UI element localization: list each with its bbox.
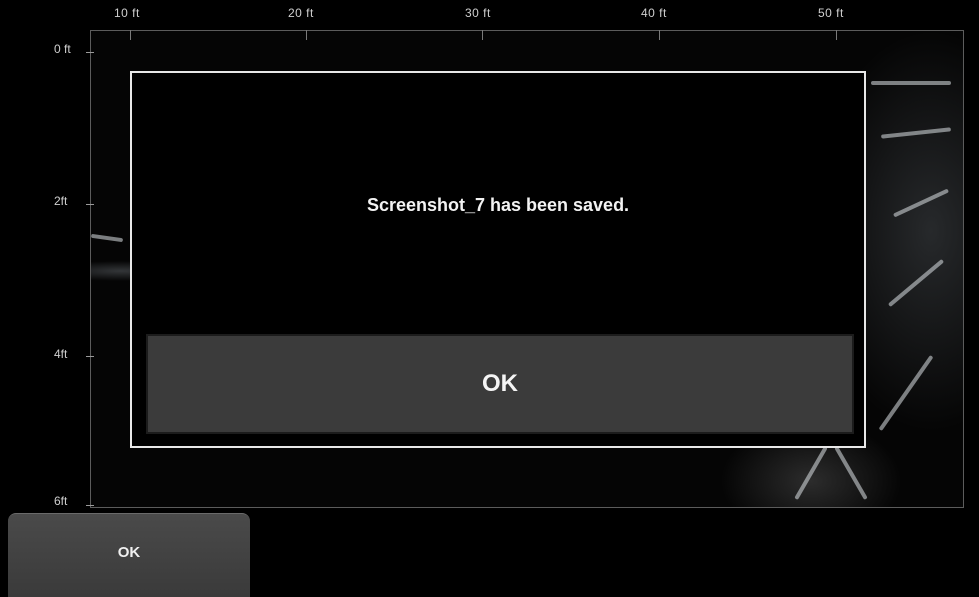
dialog-ok-button[interactable]: OK — [146, 334, 854, 434]
scan-reflection — [794, 446, 828, 500]
scan-reflection — [880, 127, 952, 139]
y-tick-label: 2ft — [54, 194, 68, 208]
y-tick-label: 4ft — [54, 347, 68, 361]
scan-reflection — [892, 188, 950, 218]
x-tick-label: 20 ft — [288, 6, 314, 20]
scan-reflection — [834, 446, 868, 500]
y-tick-mark — [86, 204, 94, 205]
x-tick-mark — [659, 30, 660, 40]
x-tick-mark — [482, 30, 483, 40]
y-tick-mark — [86, 52, 94, 53]
y-tick-label: 0 ft — [54, 42, 71, 56]
dialog-message: Screenshot_7 has been saved. — [366, 195, 630, 215]
x-tick-mark — [130, 30, 131, 40]
y-tick-mark — [86, 505, 94, 506]
x-tick-mark — [836, 30, 837, 40]
scan-reflection — [871, 81, 951, 85]
scan-reflection — [878, 354, 934, 432]
footer-ok-button[interactable]: OK — [8, 513, 250, 597]
x-tick-label: 50 ft — [818, 6, 844, 20]
scan-reflection — [887, 258, 945, 308]
save-confirmation-dialog: Screenshot_7 has been saved. OK — [130, 71, 866, 448]
x-tick-label: 30 ft — [465, 6, 491, 20]
x-tick-label: 10 ft — [114, 6, 140, 20]
x-tick-label: 40 ft — [641, 6, 667, 20]
scan-reflection — [91, 233, 124, 243]
y-tick-mark — [86, 356, 94, 357]
x-tick-mark — [306, 30, 307, 40]
y-tick-label: 6ft — [54, 494, 68, 508]
